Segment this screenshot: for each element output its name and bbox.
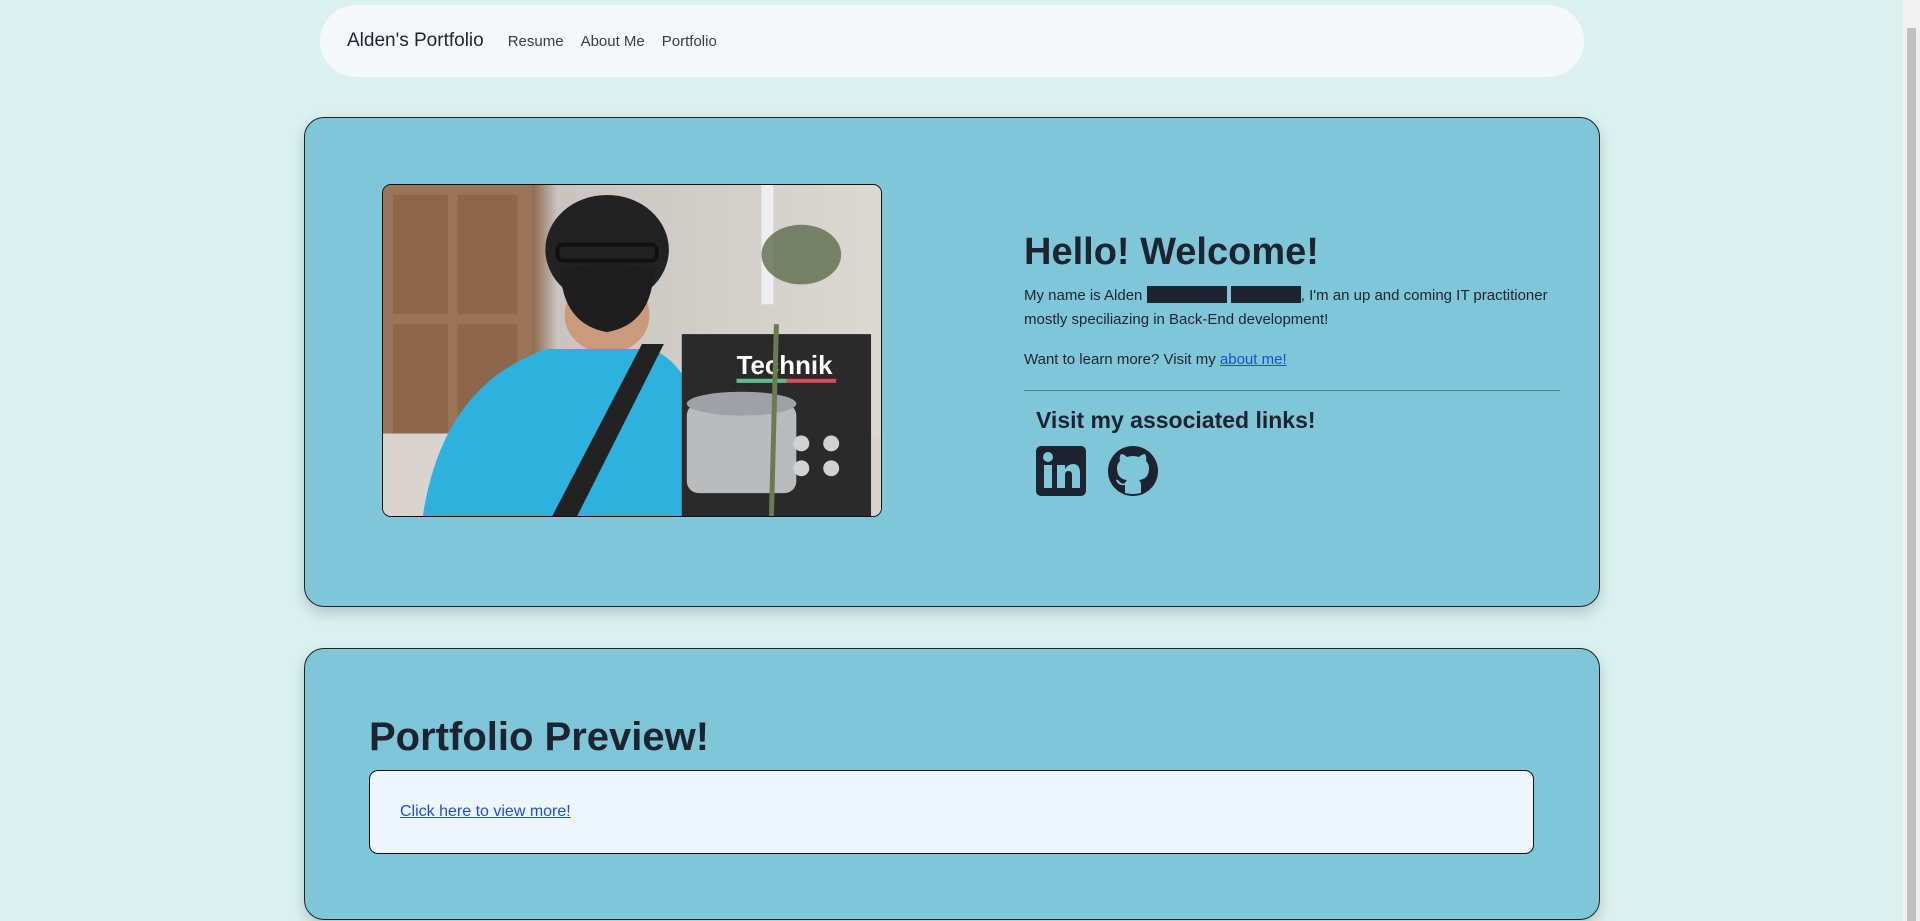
learn-more-text: Want to learn more? Visit my about me! — [1024, 348, 1560, 372]
portfolio-preview-card: Portfolio Preview! Click here to view mo… — [304, 648, 1600, 920]
divider — [1024, 390, 1560, 391]
view-more-link[interactable]: Click here to view more! — [400, 803, 571, 821]
intro-block: Hello! Welcome! My name is Alden , I'm a… — [1024, 231, 1560, 496]
social-links — [1036, 446, 1560, 496]
portfolio-preview-box: Click here to view more! — [369, 770, 1534, 854]
hero-card: Technik Hello! Welcome! My name is Alden… — [304, 117, 1600, 607]
nav-link-resume[interactable]: Resume — [508, 33, 564, 50]
redacted-middle-name — [1146, 286, 1227, 303]
intro-text: My name is Alden , I'm an up and coming … — [1024, 284, 1560, 332]
page-scrollbar[interactable] — [1903, 0, 1920, 921]
nav-link-portfolio[interactable]: Portfolio — [662, 33, 717, 50]
top-navbar: Alden's Portfolio Resume About Me Portfo… — [320, 5, 1584, 77]
profile-photo: Technik — [382, 184, 882, 517]
intro-text-start: My name is Alden — [1024, 287, 1147, 304]
nav-link-about-me[interactable]: About Me — [581, 33, 645, 50]
linkedin-icon[interactable] — [1036, 446, 1086, 496]
about-me-link[interactable]: about me! — [1220, 351, 1287, 368]
links-heading: Visit my associated links! — [1036, 407, 1316, 433]
welcome-heading: Hello! Welcome! — [1024, 231, 1319, 273]
scrollbar-thumb[interactable] — [1907, 28, 1916, 921]
box-brand-text: Technik — [737, 352, 834, 380]
brand-link[interactable]: Alden's Portfolio — [347, 30, 484, 52]
portfolio-preview-heading: Portfolio Preview! — [369, 715, 710, 759]
learn-more-prefix: Want to learn more? Visit my — [1024, 351, 1220, 368]
redacted-last-name — [1230, 286, 1301, 303]
github-icon[interactable] — [1108, 446, 1158, 496]
